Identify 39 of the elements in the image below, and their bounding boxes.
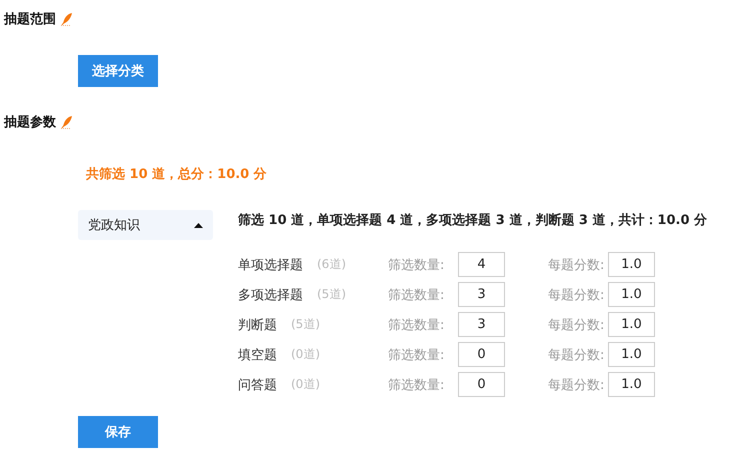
count-label: 筛选数量: [388, 316, 446, 334]
score-field[interactable]: 1.0 [608, 252, 655, 277]
count-label: 筛选数量: [388, 346, 446, 364]
score-label: 每题分数: [548, 376, 606, 394]
count-label: 筛选数量: [388, 286, 446, 304]
question-type-name: 填空题 [238, 346, 277, 364]
score-label: 每题分数: [548, 316, 606, 334]
section-title: 抽题参数 [4, 114, 56, 131]
category-item[interactable]: 党政知识 [78, 210, 213, 240]
count-field[interactable]: 3 [458, 282, 505, 307]
available-count: (6道) [317, 256, 346, 273]
count-field[interactable]: 4 [458, 252, 505, 277]
score-label: 每题分数: [548, 286, 606, 304]
question-type-name: 问答题 [238, 376, 277, 394]
select-category-button[interactable]: 选择分类 [78, 55, 158, 87]
total-summary: 共筛选 10 道，总分：10.0 分 [86, 166, 268, 183]
score-field[interactable]: 1.0 [608, 372, 655, 397]
score-field[interactable]: 1.0 [608, 342, 655, 367]
feather-icon [61, 115, 73, 129]
score-field[interactable]: 1.0 [608, 282, 655, 307]
available-count: (5道) [317, 286, 346, 303]
question-type-name: 多项选择题 [238, 286, 303, 304]
available-count: (5道) [291, 316, 320, 333]
count-field[interactable]: 0 [458, 342, 505, 367]
count-label: 筛选数量: [388, 376, 446, 394]
available-count: (0道) [291, 346, 320, 363]
question-type-name: 单项选择题 [238, 256, 303, 274]
section-title: 抽题范围 [4, 11, 56, 28]
save-button[interactable]: 保存 [78, 416, 158, 448]
score-label: 每题分数: [548, 346, 606, 364]
available-count: (0道) [291, 376, 320, 393]
feather-icon [61, 12, 73, 26]
count-label: 筛选数量: [388, 256, 446, 274]
score-field[interactable]: 1.0 [608, 312, 655, 337]
count-field[interactable]: 3 [458, 312, 505, 337]
question-type-name: 判断题 [238, 316, 277, 334]
category-summary: 筛选 10 道，单项选择题 4 道，多项选择题 3 道，判断题 3 道，共计：10.0 分 [238, 212, 708, 229]
score-label: 每题分数: [548, 256, 606, 274]
count-field[interactable]: 0 [458, 372, 505, 397]
